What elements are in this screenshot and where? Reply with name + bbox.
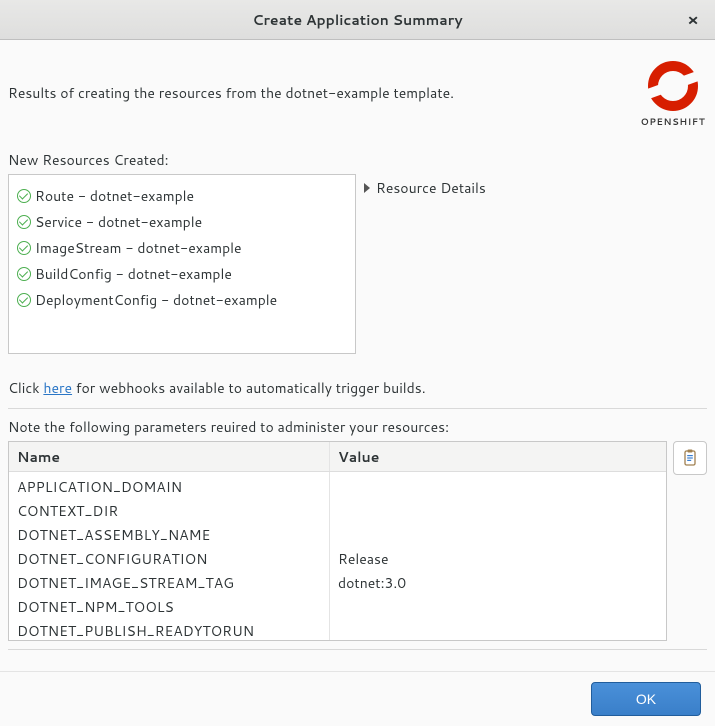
clipboard-icon: [682, 449, 698, 467]
table-row[interactable]: DOTNET_ASSEMBLY_NAME: [9, 520, 666, 544]
params-table-body: APPLICATION_DOMAIN CONTEXT_DIR DOTNET_AS…: [9, 472, 666, 641]
param-value: [329, 592, 666, 616]
param-value: [329, 496, 666, 520]
param-value: [329, 616, 666, 640]
resource-details-toggle[interactable]: Resource Details: [364, 174, 486, 198]
list-item[interactable]: Route - dotnet-example: [17, 183, 347, 209]
table-row[interactable]: DOTNET_CONFIGURATIONRelease: [9, 544, 666, 568]
openshift-logo: OPENSHIFT: [639, 58, 707, 128]
header-row: Results of creating the resources from t…: [8, 48, 707, 146]
resource-label: BuildConfig - dotnet-example: [35, 263, 232, 285]
new-resources-label: New Resources Created:: [8, 150, 707, 170]
params-table-header: Name Value: [9, 442, 666, 472]
check-icon: [17, 241, 31, 255]
table-row[interactable]: APPLICATION_DOMAIN: [9, 472, 666, 496]
param-name: DOTNET_CONFIGURATION: [9, 544, 329, 568]
separator: [8, 408, 707, 409]
check-icon: [17, 189, 31, 203]
webhook-prefix: Click: [8, 378, 43, 398]
ok-button[interactable]: OK: [591, 682, 701, 716]
separator: [8, 649, 707, 650]
copy-to-clipboard-button[interactable]: [673, 441, 707, 475]
table-row[interactable]: DOTNET_IMAGE_STREAM_TAGdotnet:3.0: [9, 568, 666, 592]
col-header-value[interactable]: Value: [329, 442, 666, 471]
result-summary-text: Results of creating the resources from t…: [8, 83, 454, 103]
list-item[interactable]: ImageStream - dotnet-example: [17, 235, 347, 261]
resource-details-label: Resource Details: [376, 178, 486, 198]
list-item[interactable]: BuildConfig - dotnet-example: [17, 261, 347, 287]
chevron-right-icon: [364, 183, 370, 193]
table-row[interactable]: DOTNET_PUBLISH_READYTORUN: [9, 616, 666, 640]
table-row[interactable]: CONTEXT_DIR: [9, 496, 666, 520]
close-icon[interactable]: ×: [683, 8, 703, 31]
title-bar: Create Application Summary ×: [0, 0, 715, 40]
params-table: Name Value APPLICATION_DOMAIN CONTEXT_DI…: [8, 441, 667, 641]
param-value: Release: [329, 544, 666, 568]
list-item[interactable]: DeploymentConfig - dotnet-example: [17, 287, 347, 313]
window-title: Create Application Summary: [252, 10, 462, 30]
col-header-name[interactable]: Name: [9, 442, 329, 471]
param-name: DOTNET_ASSEMBLY_NAME: [9, 520, 329, 544]
table-row[interactable]: DOTNET_NPM_TOOLS: [9, 592, 666, 616]
openshift-logo-label: OPENSHIFT: [639, 115, 707, 128]
check-icon: [17, 267, 31, 281]
resource-label: DeploymentConfig - dotnet-example: [35, 289, 277, 311]
param-value: dotnet:3.0: [329, 568, 666, 592]
resource-label: Service - dotnet-example: [35, 211, 202, 233]
webhook-suffix: for webhooks available to automatically …: [72, 378, 426, 398]
resource-label: Route - dotnet-example: [35, 185, 194, 207]
param-name: APPLICATION_DOMAIN: [9, 472, 329, 496]
param-value: [329, 520, 666, 544]
param-name: DOTNET_PUBLISH_READYTORUN: [9, 616, 329, 640]
param-name: DOTNET_NPM_TOOLS: [9, 592, 329, 616]
resource-label: ImageStream - dotnet-example: [35, 237, 242, 259]
params-note: Note the following parameters reuired to…: [8, 417, 707, 437]
param-name: CONTEXT_DIR: [9, 496, 329, 520]
webhook-link[interactable]: here: [43, 378, 72, 398]
dialog-footer: OK: [0, 671, 715, 726]
list-item[interactable]: Service - dotnet-example: [17, 209, 347, 235]
param-name: DOTNET_IMAGE_STREAM_TAG: [9, 568, 329, 592]
resources-list[interactable]: Route - dotnet-example Service - dotnet-…: [8, 174, 356, 354]
webhook-hint: Click here for webhooks available to aut…: [8, 378, 707, 398]
param-value: [329, 472, 666, 496]
check-icon: [17, 293, 31, 307]
check-icon: [17, 215, 31, 229]
